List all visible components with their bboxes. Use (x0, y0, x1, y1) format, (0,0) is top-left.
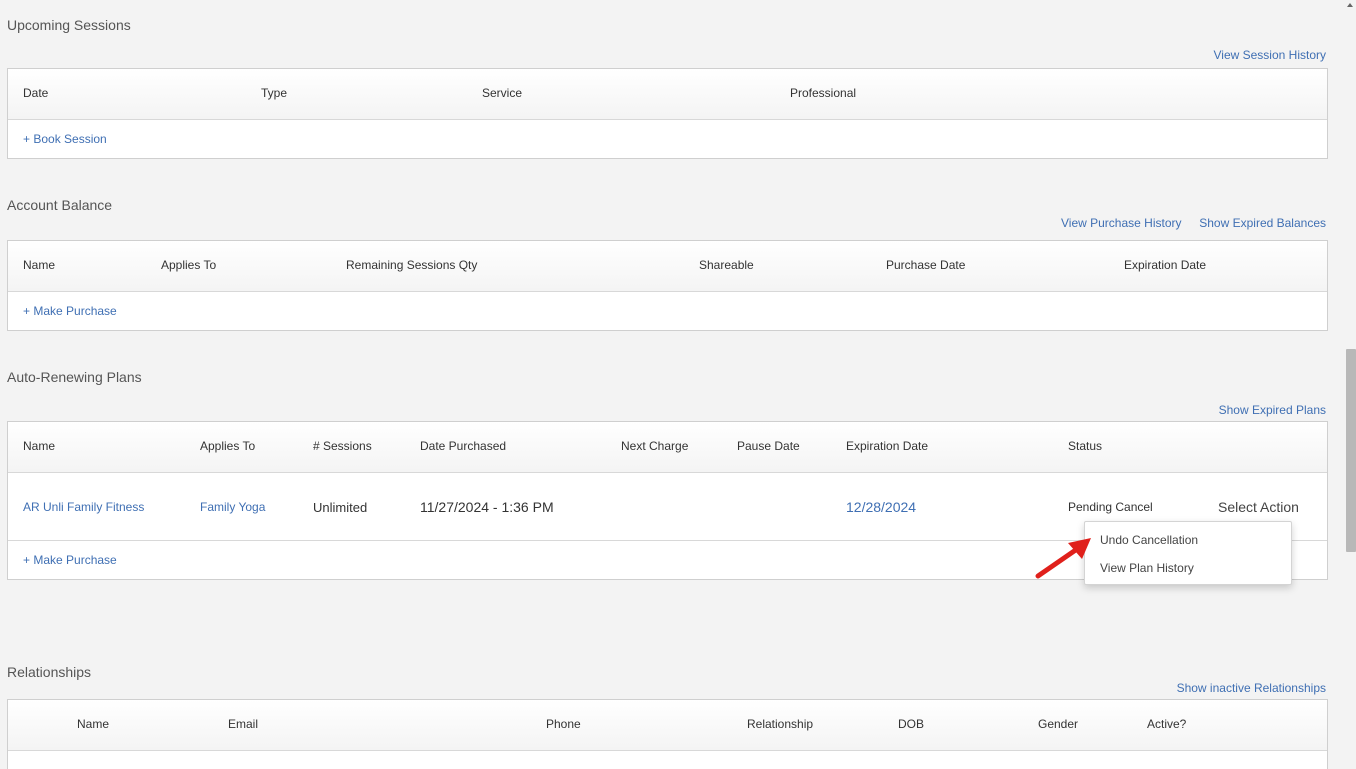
make-purchase-row: + Make Purchase (8, 292, 1327, 331)
col-remaining-sessions: Remaining Sessions Qty (346, 258, 478, 272)
col-sessions: # Sessions (313, 439, 372, 453)
col-name: Name (23, 439, 56, 453)
relationships-title: Relationships (7, 664, 92, 680)
plan-expiration-date[interactable]: 12/28/2024 (846, 499, 916, 515)
col-phone: Phone (546, 717, 581, 731)
account-balance-title: Account Balance (7, 197, 113, 213)
col-type: Type (261, 86, 288, 100)
upcoming-sessions-title: Upcoming Sessions (7, 17, 131, 33)
col-expiration-date: Expiration Date (846, 439, 929, 453)
col-status: Status (1068, 439, 1103, 453)
col-applies-to: Applies To (200, 439, 256, 453)
plan-status: Pending Cancel (1068, 500, 1153, 514)
col-gender: Gender (1038, 717, 1079, 731)
col-expiration-date: Expiration Date (1124, 258, 1207, 272)
col-date: Date (23, 86, 49, 100)
show-expired-balances-link[interactable]: Show Expired Balances (1199, 216, 1326, 230)
col-dob: DOB (898, 717, 925, 731)
col-pause-date: Pause Date (737, 439, 800, 453)
select-action-dropdown[interactable]: Select Action (1218, 499, 1299, 515)
col-service: Service (482, 86, 523, 100)
plan-name-link[interactable]: AR Unli Family Fitness (23, 500, 144, 514)
make-purchase-link[interactable]: + Make Purchase (23, 553, 117, 567)
plan-date-purchased: 11/27/2024 - 1:36 PM (420, 499, 554, 515)
book-session-row: + Book Session (8, 120, 1327, 159)
show-expired-plans-link[interactable]: Show Expired Plans (1219, 403, 1326, 417)
col-relationship: Relationship (747, 717, 814, 731)
col-email: Email (228, 717, 259, 731)
annotation-arrow-icon (1035, 538, 1091, 579)
col-shareable: Shareable (699, 258, 754, 272)
scrollbar-thumb[interactable] (1346, 349, 1356, 552)
col-next-charge: Next Charge (621, 439, 689, 453)
col-applies-to: Applies To (161, 258, 217, 272)
col-active: Active? (1147, 717, 1187, 731)
upcoming-sessions-header: Date Type Service Professional (8, 69, 1327, 120)
view-plan-history-item[interactable]: View Plan History (1100, 561, 1194, 575)
book-session-link[interactable]: + Book Session (23, 132, 107, 146)
make-purchase-link[interactable]: + Make Purchase (23, 304, 117, 318)
col-professional: Professional (790, 86, 857, 100)
col-name: Name (77, 717, 110, 731)
account-balance-table: Name Applies To Remaining Sessions Qty S… (7, 240, 1328, 331)
view-purchase-history-link[interactable]: View Purchase History (1061, 216, 1182, 230)
col-date-purchased: Date Purchased (420, 439, 507, 453)
plan-applies-to-link[interactable]: Family Yoga (200, 500, 265, 514)
account-balance-header: Name Applies To Remaining Sessions Qty S… (8, 241, 1327, 292)
undo-cancellation-item[interactable]: Undo Cancellation (1100, 533, 1198, 547)
plan-sessions: Unlimited (313, 500, 368, 515)
col-purchase-date: Purchase Date (886, 258, 966, 272)
col-name: Name (23, 258, 56, 272)
show-inactive-relationships-link[interactable]: Show inactive Relationships (1177, 681, 1326, 695)
scroll-up-icon[interactable] (1347, 3, 1353, 7)
action-menu: Undo Cancellation View Plan History (1084, 521, 1292, 585)
view-session-history-link[interactable]: View Session History (1214, 48, 1327, 62)
relationships-header: Name Email Phone Relationship DOB Gender… (8, 700, 1327, 751)
auto-renewing-plans-title: Auto-Renewing Plans (7, 369, 142, 385)
upcoming-sessions-table: Date Type Service Professional + Book Se… (7, 68, 1328, 159)
plans-header: Name Applies To # Sessions Date Purchase… (8, 422, 1327, 473)
